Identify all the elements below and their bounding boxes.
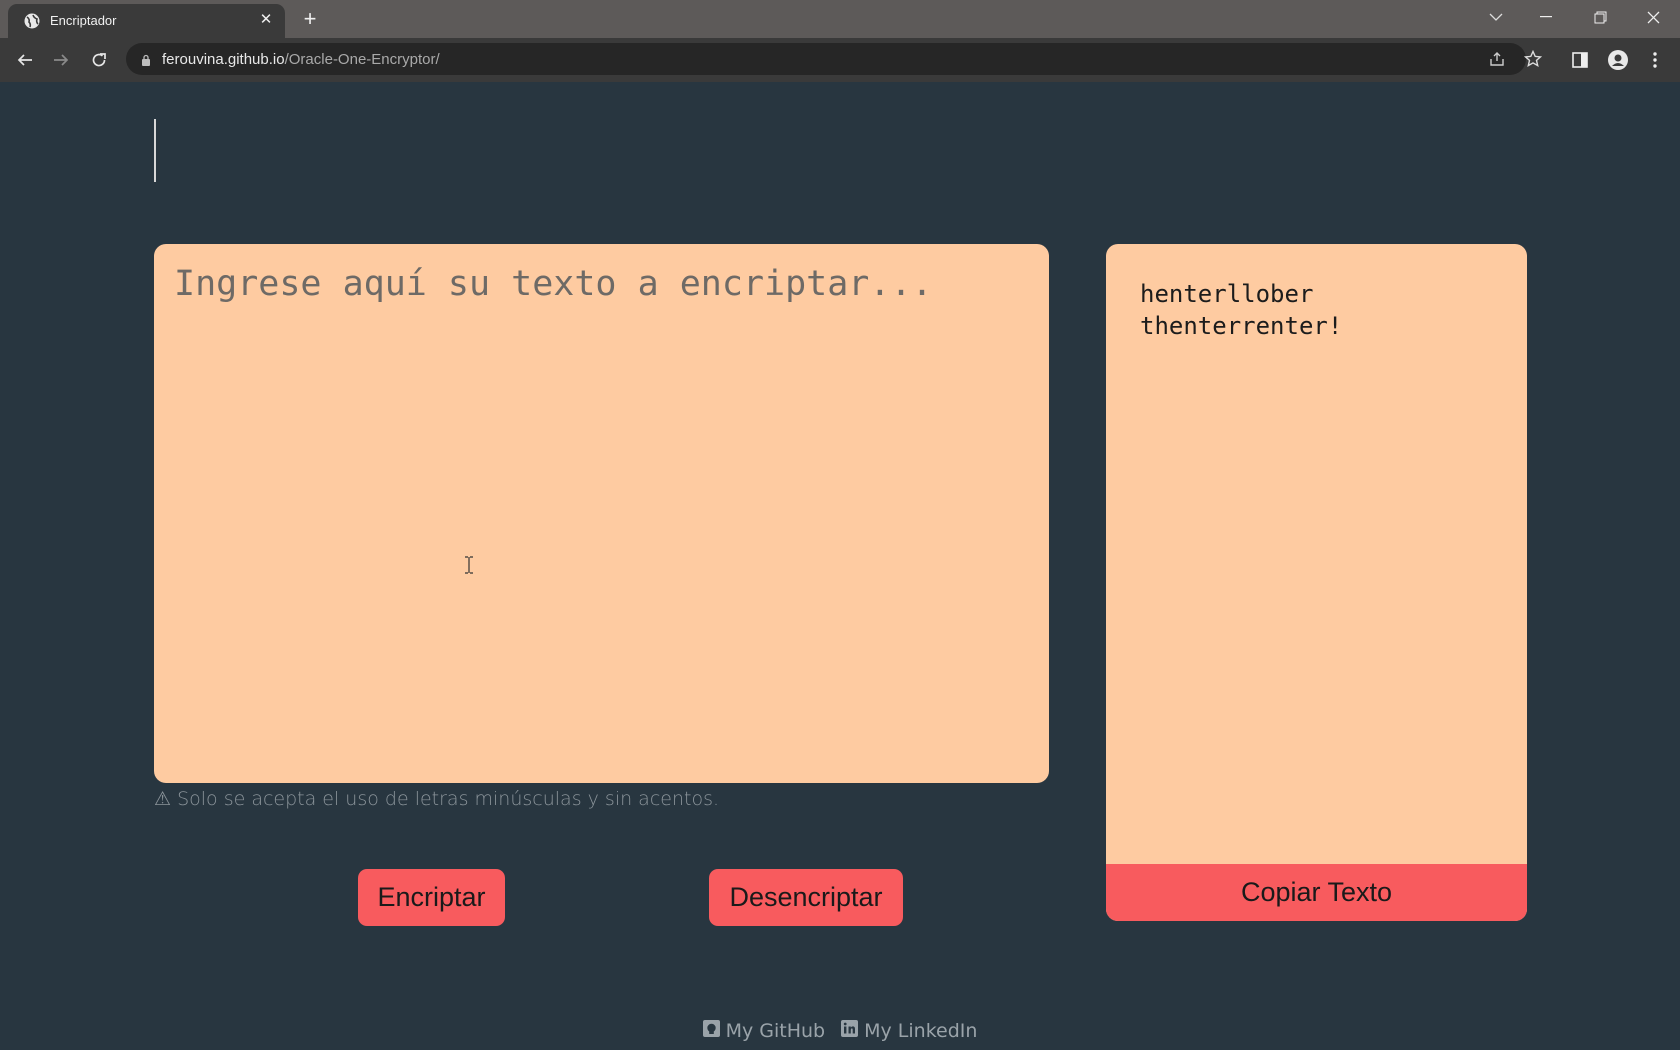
minimize-icon[interactable] [1523,0,1569,34]
close-window-icon[interactable] [1630,0,1676,34]
sidebar-icon[interactable] [1569,49,1591,71]
globe-icon [24,13,40,29]
share-icon[interactable] [1488,50,1506,68]
linkedin-icon [841,1020,859,1042]
github-label: My GitHub [725,1020,826,1042]
output-panel: henterllober thenterrenter! Copiar Texto [1106,244,1527,921]
tab-title: Encriptador [50,13,117,28]
text-input[interactable] [154,244,1049,783]
linkedin-link[interactable]: My LinkedIn [841,1020,977,1042]
warning-text: ⚠ Solo se acepta el uso de letras minúsc… [154,788,720,810]
address-bar[interactable]: ferouvina.github.io/Oracle-One-Encryptor… [126,43,1542,75]
restore-icon[interactable] [1577,0,1623,34]
browser-tab[interactable]: Encriptador ✕ [8,4,285,38]
output-text: henterllober thenterrenter! [1140,280,1343,340]
github-link[interactable]: My GitHub [702,1020,826,1042]
url-host: ferouvina.github.io [162,51,285,68]
lock-icon[interactable] [140,53,152,66]
decrypt-button[interactable]: Desencriptar [709,869,903,926]
github-icon [702,1020,720,1042]
url-text: ferouvina.github.io/Oracle-One-Encryptor… [162,51,440,68]
logo-divider [154,119,156,182]
url-path: /Oracle-One-Encryptor/ [284,51,440,68]
linkedin-label: My LinkedIn [864,1020,978,1042]
encrypt-button[interactable]: Encriptar [358,869,505,926]
browser-toolbar: ferouvina.github.io/Oracle-One-Encryptor… [0,38,1680,82]
forward-icon[interactable] [49,48,73,72]
browser-tab-strip: Encriptador ✕ + [0,0,1680,38]
menu-icon[interactable] [1644,49,1666,71]
profile-icon[interactable] [1607,49,1629,71]
footer: My GitHub My LinkedIn [0,1020,1680,1042]
text-cursor-icon [464,556,474,574]
close-icon[interactable]: ✕ [257,11,275,29]
chevron-down-icon[interactable] [1473,0,1519,34]
copy-button[interactable]: Copiar Texto [1106,864,1527,921]
back-icon[interactable] [13,48,37,72]
plus-icon[interactable]: + [299,8,321,30]
star-icon[interactable] [1524,50,1542,68]
reload-icon[interactable] [87,48,111,72]
